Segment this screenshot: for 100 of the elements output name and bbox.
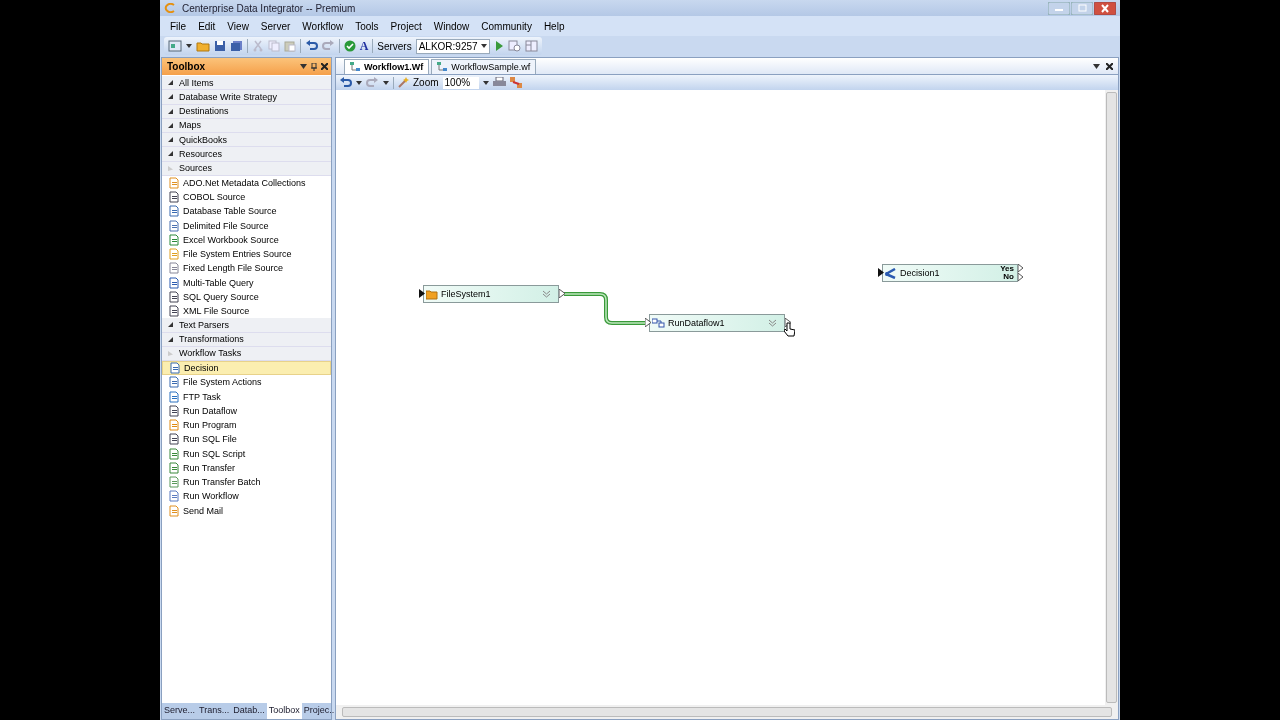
vertical-scrollbar[interactable]	[1105, 90, 1118, 705]
toolbox-item[interactable]: Fixed Length File Source	[162, 261, 331, 276]
menu-item[interactable]: Window	[427, 20, 476, 32]
server-dropdown[interactable]: ALKOR:9257	[415, 38, 490, 54]
window-title: Centerprise Data Integrator -- Premium	[182, 2, 356, 14]
zoom-dropdown[interactable]: 100%	[442, 76, 479, 89]
toolbox-item[interactable]: ADO.Net Metadata Collections	[162, 175, 331, 190]
close-icon[interactable]	[1106, 62, 1113, 70]
expand-chevron-icon[interactable]	[542, 290, 551, 298]
horizontal-scrollbar[interactable]	[336, 705, 1118, 719]
toolbox-item[interactable]: File System Entries Source	[162, 247, 331, 262]
servers-label: Servers	[377, 40, 412, 52]
document-icon	[168, 461, 180, 474]
menu-item[interactable]: Community	[475, 20, 538, 32]
toolbox-item[interactable]: Run Transfer	[162, 460, 331, 475]
folder-icon	[426, 288, 438, 300]
document-icon	[168, 205, 180, 218]
workflow-node[interactable]: Decision1 Yes No	[882, 264, 1018, 282]
menu-item[interactable]: Tools	[349, 20, 385, 32]
panel-tab[interactable]: Projec...	[301, 703, 339, 719]
schedule-icon[interactable]	[507, 40, 521, 52]
input-port-icon[interactable]	[878, 268, 884, 277]
close-button[interactable]	[1094, 1, 1116, 15]
panel-tab[interactable]: Datab...	[231, 703, 267, 719]
network-icon[interactable]	[509, 76, 523, 89]
document-tab[interactable]: WorkflowSample.wf	[431, 59, 537, 74]
menu-item[interactable]: Server	[254, 20, 297, 32]
toolbox-item[interactable]: Send Mail	[162, 503, 331, 518]
caret-icon[interactable]	[480, 44, 487, 48]
document-icon	[168, 504, 180, 517]
caret-icon[interactable]	[482, 80, 489, 85]
toolbox-item[interactable]: Decision	[162, 361, 331, 376]
toolbox-item[interactable]: XML File Source	[162, 304, 331, 319]
toolbox-item[interactable]: FTP Task	[162, 389, 331, 404]
expand-chevron-icon[interactable]	[768, 319, 777, 327]
workflow-node[interactable]: RunDataflow1	[649, 314, 785, 332]
toolbox-item[interactable]: Run Dataflow	[162, 403, 331, 418]
menu-item[interactable]: File	[164, 20, 193, 32]
caret-icon[interactable]	[383, 80, 389, 85]
close-icon[interactable]	[321, 63, 328, 70]
toolbox-item[interactable]: SQL Query Source	[162, 289, 331, 304]
caret-icon[interactable]	[356, 80, 362, 85]
document-icon	[168, 248, 180, 261]
toolbox-item[interactable]: Database Table Source	[162, 204, 331, 219]
panel-tab[interactable]: Serve...	[162, 703, 197, 719]
document-icon	[169, 362, 181, 375]
menu-item[interactable]: Workflow	[296, 20, 350, 32]
app-logo-icon	[164, 3, 176, 13]
document-icon	[168, 404, 180, 417]
toolbox-item[interactable]: COBOL Source	[162, 190, 331, 205]
document-icon	[168, 490, 180, 503]
document-icon	[168, 390, 180, 403]
pin-icon[interactable]	[311, 62, 317, 71]
category-item[interactable]: Database Write Strategy	[162, 90, 331, 105]
document-icon	[168, 419, 180, 432]
save-all-icon[interactable]	[230, 40, 243, 52]
decision-icon	[885, 267, 897, 279]
document-tab[interactable]: Workflow1.Wf	[344, 59, 430, 74]
toolbox-item[interactable]: File System Actions	[162, 375, 331, 390]
menu-item[interactable]: Edit	[192, 20, 222, 32]
document-icon	[168, 476, 180, 489]
toolbox-item[interactable]: Run SQL Script	[162, 446, 331, 461]
category-item[interactable]: QuickBooks	[162, 133, 331, 148]
toolbox-item[interactable]: Multi-Table Query	[162, 275, 331, 290]
category-item[interactable]: Text Parsers	[162, 318, 331, 333]
caret-icon[interactable]	[186, 44, 192, 48]
input-port-icon[interactable]	[645, 318, 651, 327]
toolbox-item[interactable]: Run SQL File	[162, 432, 331, 447]
workflow-node[interactable]: FileSystem1	[423, 285, 559, 303]
document-icon	[168, 305, 180, 318]
undo-icon[interactable]	[339, 76, 352, 89]
document-icon	[168, 191, 180, 204]
menu-item[interactable]: Help	[537, 20, 571, 32]
category-item[interactable]: All Items	[162, 76, 331, 91]
menu-item[interactable]: View	[221, 20, 255, 32]
toolbox-item[interactable]: Run Transfer Batch	[162, 475, 331, 490]
font-button[interactable]: A	[359, 38, 369, 54]
toolbox-item[interactable]: Delimited File Source	[162, 218, 331, 233]
dropdown-icon[interactable]	[300, 64, 307, 69]
toolbox-item[interactable]: Run Workflow	[162, 489, 331, 504]
workflow-icon	[350, 62, 361, 72]
save-icon[interactable]	[214, 40, 226, 52]
hand-cursor-icon	[784, 322, 795, 337]
document-icon	[168, 262, 180, 275]
magic-wand-icon[interactable]	[398, 77, 409, 88]
panel-tab[interactable]: Toolbox	[266, 703, 302, 719]
zoom-label: Zoom	[413, 77, 439, 88]
panel-tab[interactable]: Trans...	[197, 703, 232, 719]
toolbox-item[interactable]: Excel Workbook Source	[162, 232, 331, 247]
run-icon[interactable]	[493, 40, 504, 52]
menu-item[interactable]: Project	[384, 20, 428, 32]
document-icon	[168, 176, 180, 189]
dropdown-icon[interactable]	[1093, 63, 1100, 69]
document-icon	[168, 447, 180, 460]
toolbox-item[interactable]: Run Program	[162, 418, 331, 433]
check-circle-icon[interactable]	[343, 40, 356, 52]
workflow-icon	[437, 62, 449, 72]
document-icon	[168, 290, 180, 303]
undo-icon[interactable]	[304, 40, 318, 52]
category-item[interactable]: Resources	[162, 147, 331, 162]
